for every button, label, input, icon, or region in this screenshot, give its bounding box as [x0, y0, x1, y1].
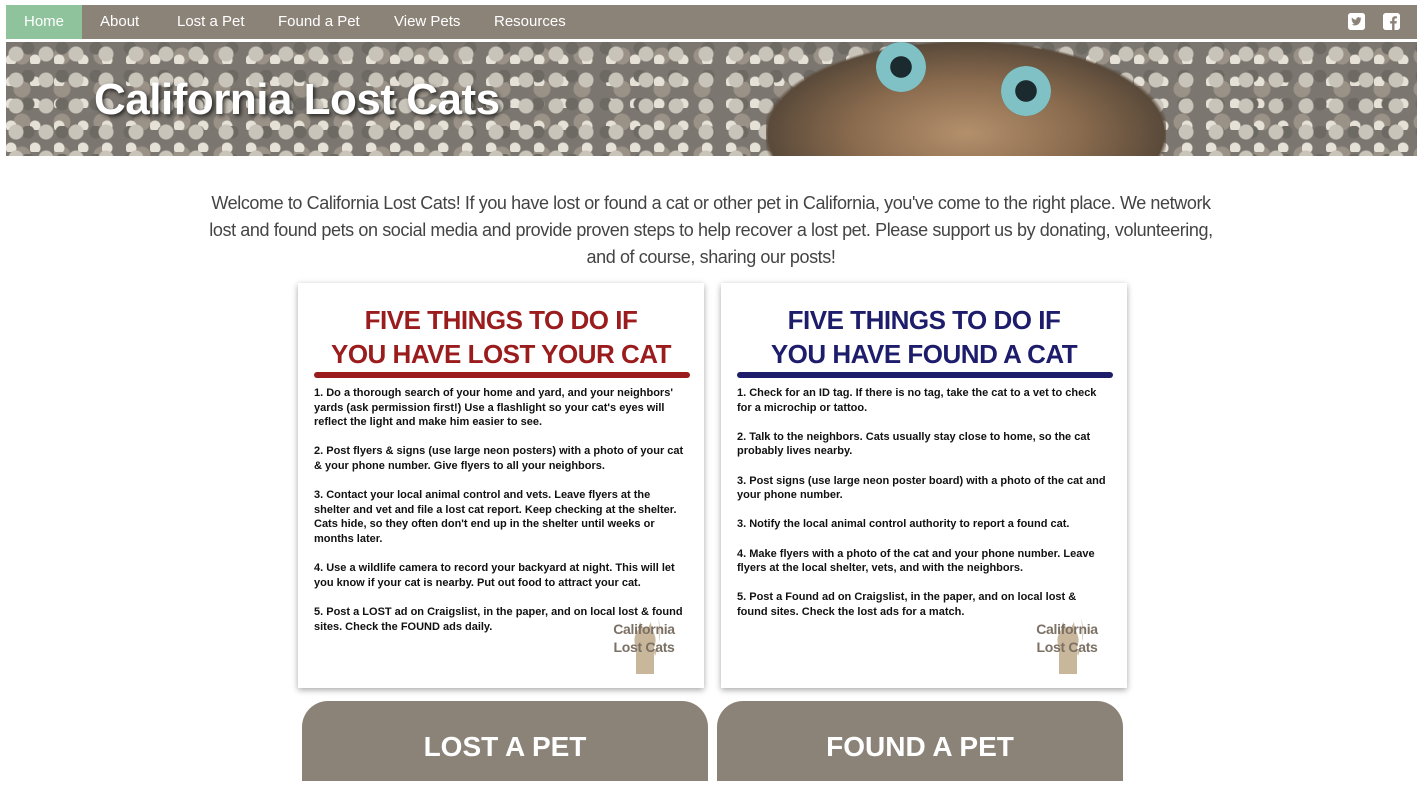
- nav-view-pets[interactable]: View Pets: [394, 5, 460, 39]
- list-item: 2. Talk to the neighbors. Cats usually s…: [737, 430, 1091, 458]
- top-nav: Home About Lost a Pet Found a Pet View P…: [6, 5, 1417, 39]
- social-icons: [1348, 13, 1408, 31]
- brand-line1: California: [613, 621, 675, 637]
- list-item: 3. Post signs (use large neon poster boa…: [737, 474, 1106, 502]
- found-card-heading: FIVE THINGS TO DO IF YOU HAVE FOUND A CA…: [721, 303, 1127, 371]
- brand-text: California Lost Cats: [1027, 620, 1107, 656]
- lost-card-divider: [314, 372, 690, 378]
- nav-found-a-pet[interactable]: Found a Pet: [278, 5, 360, 39]
- brand-text: California Lost Cats: [604, 620, 684, 656]
- nav-lost-a-pet[interactable]: Lost a Pet: [177, 5, 245, 39]
- lost-card-heading-line1: FIVE THINGS TO DO IF: [364, 305, 638, 335]
- found-cat-tips-card: FIVE THINGS TO DO IF YOU HAVE FOUND A CA…: [721, 283, 1127, 688]
- brand-logo: California Lost Cats: [608, 608, 678, 674]
- list-item: 3. Notify the local animal control autho…: [737, 518, 1070, 531]
- found-card-heading-line2: YOU HAVE FOUND A CAT: [770, 339, 1078, 369]
- found-a-pet-button[interactable]: FOUND A PET: [717, 701, 1123, 781]
- facebook-icon[interactable]: [1383, 13, 1400, 30]
- welcome-text: Welcome to California Lost Cats! If you …: [209, 193, 1213, 267]
- brand-line2: Lost Cats: [613, 639, 675, 655]
- hero-cat-image: [766, 42, 1166, 156]
- site-title: California Lost Cats: [94, 75, 500, 124]
- list-item: 1. Do a thorough search of your home and…: [314, 387, 673, 429]
- found-card-list: 1. Check for an ID tag. If there is no t…: [737, 386, 1107, 634]
- lost-cat-tips-card: FIVE THINGS TO DO IF YOU HAVE LOST YOUR …: [298, 283, 704, 688]
- nav-home[interactable]: Home: [6, 5, 83, 39]
- list-item: 4. Use a wildlife camera to record your …: [314, 562, 675, 589]
- twitter-icon[interactable]: [1348, 13, 1365, 30]
- cat-eye-left: [876, 42, 926, 92]
- lost-a-pet-button[interactable]: LOST A PET: [302, 701, 708, 781]
- found-card-divider: [737, 372, 1113, 378]
- found-card-heading-line1: FIVE THINGS TO DO IF: [787, 305, 1061, 335]
- nav-resources[interactable]: Resources: [494, 5, 566, 39]
- lost-card-heading: FIVE THINGS TO DO IF YOU HAVE LOST YOUR …: [298, 303, 704, 371]
- lost-card-heading-line2: YOU HAVE LOST YOUR CAT: [330, 339, 672, 369]
- brand-line1: California: [1036, 621, 1098, 637]
- nav-about[interactable]: About: [100, 5, 139, 39]
- list-item: 1. Check for an ID tag. If there is no t…: [737, 387, 1097, 414]
- list-item: 2. Post flyers & signs (use large neon p…: [314, 445, 684, 472]
- brand-line2: Lost Cats: [1036, 639, 1098, 655]
- hero-banner: California Lost Cats: [6, 42, 1417, 156]
- brand-logo: California Lost Cats: [1031, 608, 1101, 674]
- list-item: 3. Contact your local animal control and…: [314, 489, 677, 545]
- list-item: 4. Make flyers with a photo of the cat a…: [737, 547, 1095, 575]
- cat-eye-right: [1001, 66, 1051, 116]
